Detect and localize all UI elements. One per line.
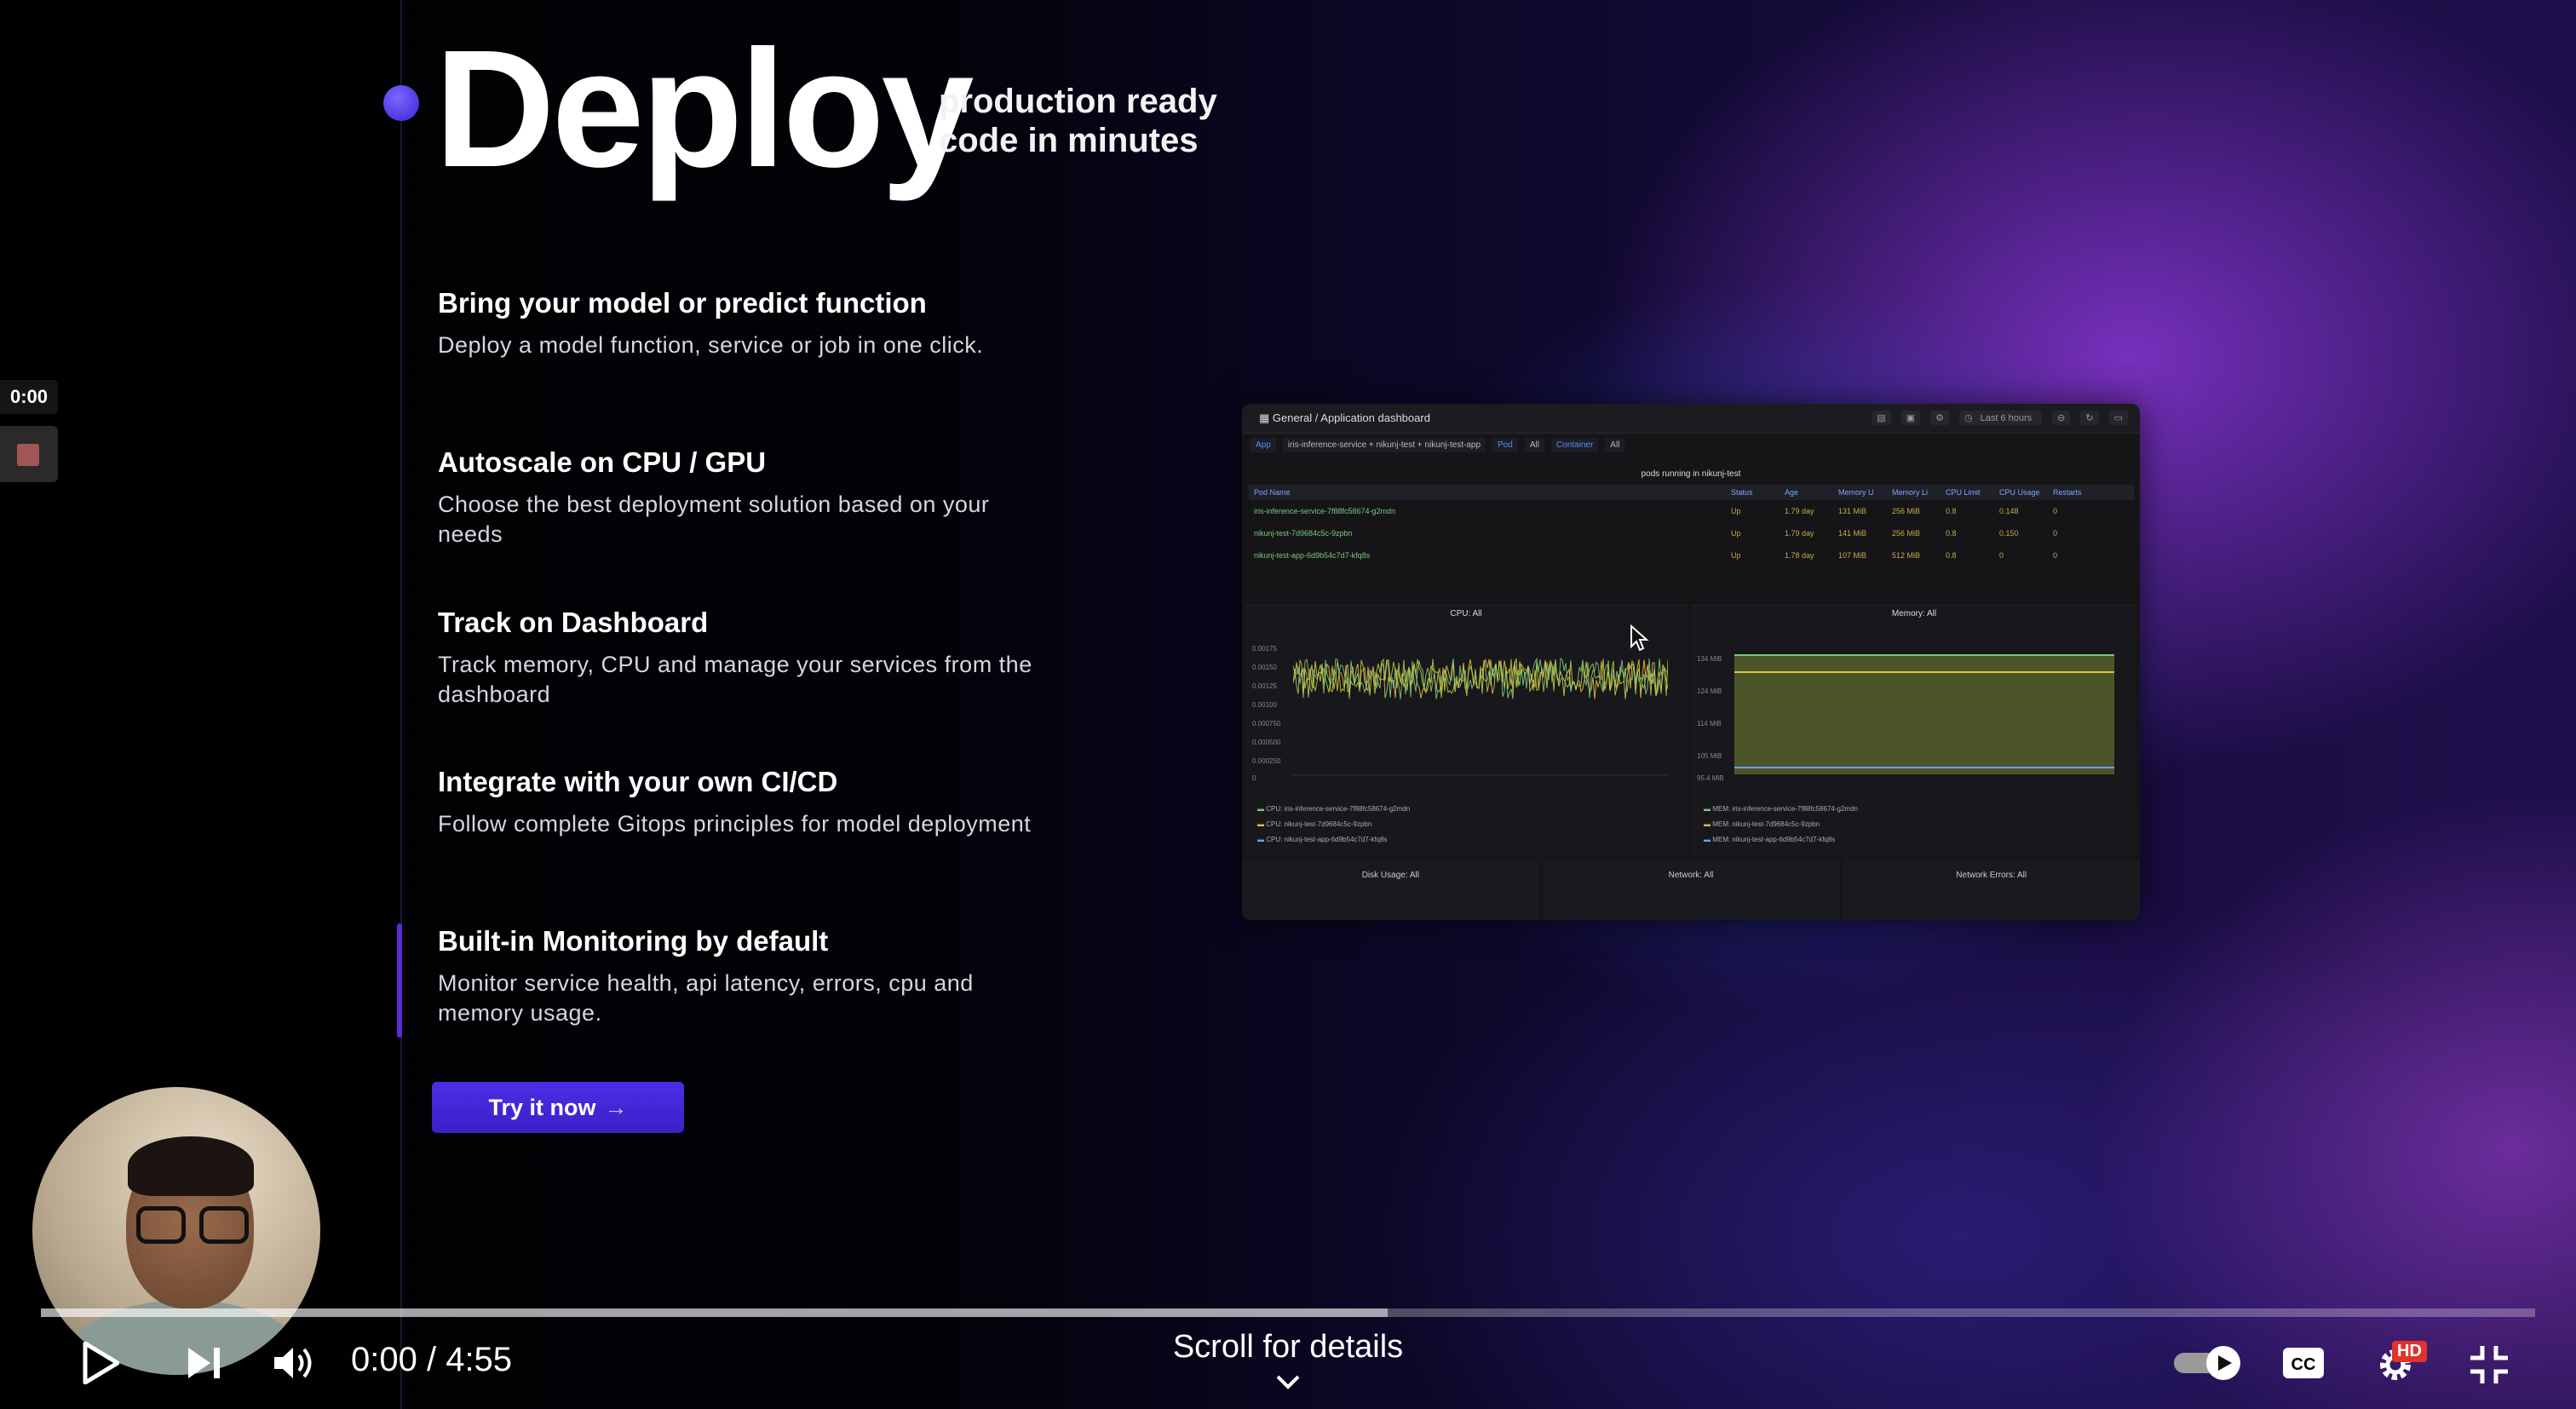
hd-badge: HD xyxy=(2392,1341,2427,1362)
feature-item: Autoscale on CPU / GPU Choose the best d… xyxy=(438,446,1034,549)
chevron-down-icon[interactable] xyxy=(1274,1373,1302,1390)
dashboard-filters: App iris-inference-service + nikunj-test… xyxy=(1251,438,1625,452)
feature-description: Choose the best deployment solution base… xyxy=(438,492,990,547)
cpu-line-plot xyxy=(1293,657,1668,776)
scroll-for-details[interactable]: Scroll for details xyxy=(1118,1329,1458,1366)
skip-next-icon xyxy=(188,1348,220,1378)
video-frame[interactable]: Deploy production ready code in minutes … xyxy=(0,0,2576,1409)
feature-title: Built-in Monitoring by default xyxy=(438,925,829,957)
progress-buffered xyxy=(41,1308,1389,1317)
hero-title: Deploy xyxy=(434,15,974,202)
captions-button[interactable]: CC xyxy=(2280,1344,2327,1382)
tv-mode-icon: ▭ xyxy=(2108,411,2128,425)
memory-chart-panel: Memory: All 134 MiB 124 MiB 114 MiB 105 … xyxy=(1692,605,2136,858)
timeline-line xyxy=(400,0,402,1409)
table-row: nikunj-test-app-6d9b54c7d7-kfq8s Up 1.78… xyxy=(1254,551,2058,560)
memory-legend: ▬ MEM: iris-inference-service-7f88fc5867… xyxy=(1704,805,1858,843)
volume-icon xyxy=(274,1348,312,1378)
time-display: 0:00 / 4:55 xyxy=(351,1341,513,1378)
zoom-out-icon: ⊖ xyxy=(2052,411,2071,425)
memory-area-plot xyxy=(1734,654,2114,774)
feature-description: Deploy a model function, service or job … xyxy=(438,332,984,358)
glasses-lens xyxy=(136,1206,186,1244)
autoplay-toggle[interactable] xyxy=(2174,1346,2245,1380)
svg-text:CC: CC xyxy=(2291,1355,2316,1374)
exit-fullscreen-button[interactable] xyxy=(2467,1343,2511,1387)
captions-icon: CC xyxy=(2283,1348,2324,1378)
dashboard-topbar: ▦ General / Application dashboard ▤ ▣ ⚙ … xyxy=(1242,404,2140,434)
mouse-cursor-icon xyxy=(1630,624,1649,652)
timestamp-badge: 0:00 xyxy=(0,380,58,414)
volume-button[interactable] xyxy=(271,1341,319,1385)
timeline-active-marker xyxy=(397,923,402,1038)
table-title: pods running in nikunj-test xyxy=(1641,469,1741,479)
disk-usage-panel: Disk Usage: All xyxy=(1242,860,1539,920)
pods-table: Pod Name Status Age Memory U Memory Li C… xyxy=(1249,485,2135,566)
glasses-lens xyxy=(199,1206,249,1244)
arrow-right-icon: → xyxy=(604,1094,628,1120)
network-errors-panel: Network Errors: All xyxy=(1843,860,2140,920)
dashboard-tools: ▤ ▣ ⚙ ◷ Last 6 hours ⊖ ↻ ▭ xyxy=(1872,411,2128,425)
table-row: iris-inference-service-7f88fc58674-g2mdn… xyxy=(1254,507,2058,515)
dashboard-bottom-panels: Disk Usage: All Network: All Network Err… xyxy=(1242,860,2140,920)
hero-tagline: production ready code in minutes xyxy=(939,83,1217,159)
feature-title: Autoscale on CPU / GPU xyxy=(438,446,767,478)
try-it-now-button[interactable]: Try it now → xyxy=(432,1082,684,1133)
play-icon xyxy=(83,1342,119,1384)
feature-description: Follow complete Gitops principles for mo… xyxy=(438,811,1032,837)
network-panel: Network: All xyxy=(1542,860,1840,920)
save-icon: ▣ xyxy=(1900,411,1921,425)
feature-item: Track on Dashboard Track memory, CPU and… xyxy=(438,606,1034,710)
feature-title: Bring your model or predict function xyxy=(438,287,927,319)
feature-description: Track memory, CPU and manage your servic… xyxy=(438,652,1032,707)
settings-icon: ⚙ xyxy=(1930,411,1949,425)
breadcrumb: ▦ General / Application dashboard xyxy=(1259,411,1430,424)
feature-item: Built-in Monitoring by default Monitor s… xyxy=(438,924,1034,1028)
timeline-dot xyxy=(383,85,419,121)
presenter-hair xyxy=(128,1136,254,1196)
refresh-icon: ↻ xyxy=(2080,411,2099,425)
exit-fullscreen-icon xyxy=(2470,1346,2508,1383)
stop-icon xyxy=(17,444,39,466)
feature-item: Bring your model or predict function Dep… xyxy=(438,286,1034,360)
feature-title: Track on Dashboard xyxy=(438,607,709,638)
cpu-legend: ▬ CPU: iris-inference-service-7f88fc5867… xyxy=(1257,805,1411,843)
next-button[interactable] xyxy=(182,1341,227,1385)
webcam-overlay xyxy=(32,1087,320,1375)
table-row: nikunj-test-7d9684c5c-9zpbn Up 1.79 day … xyxy=(1254,529,2058,538)
dashboard-preview: ▦ General / Application dashboard ▤ ▣ ⚙ … xyxy=(1242,404,2140,920)
time-range-picker: ◷ Last 6 hours xyxy=(1958,411,2043,425)
panel-add-icon: ▤ xyxy=(1872,411,1891,425)
stop-button[interactable] xyxy=(0,426,58,482)
play-button[interactable] xyxy=(75,1337,126,1389)
feature-title: Integrate with your own CI/CD xyxy=(438,766,838,797)
feature-description: Monitor service health, api latency, err… xyxy=(438,970,974,1026)
feature-item: Integrate with your own CI/CD Follow com… xyxy=(438,765,1034,839)
table-header: Pod Name Status Age Memory U Memory Li C… xyxy=(1249,485,2135,500)
cpu-chart-panel: CPU: All 0.00175 0.00150 0.00125 0.00100… xyxy=(1245,605,1687,858)
